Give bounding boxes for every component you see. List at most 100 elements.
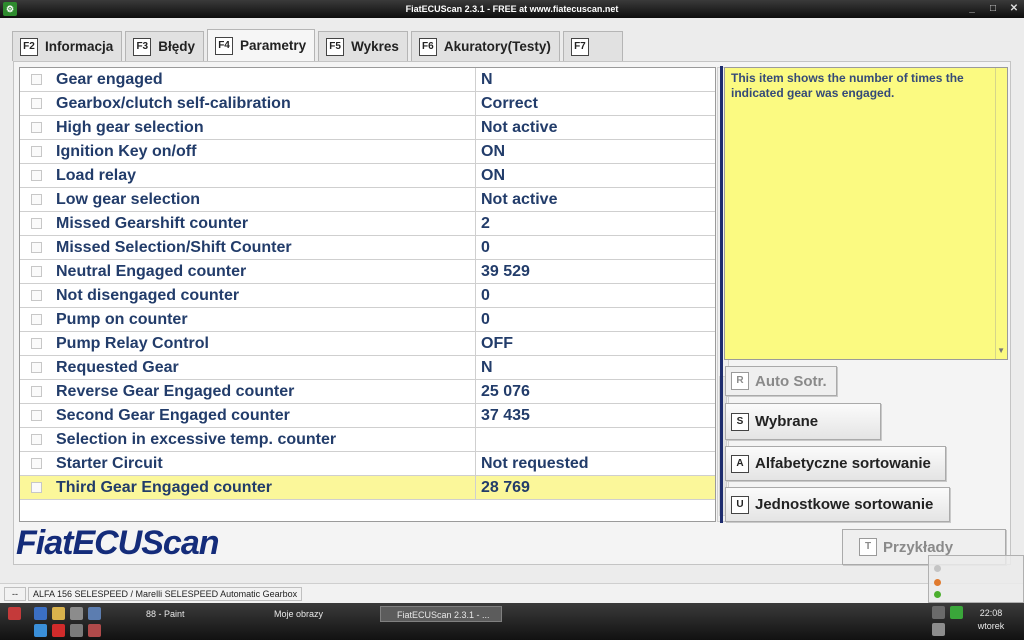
tab-informacja[interactable]: F2 Informacja: [12, 31, 123, 61]
clock-time: 22:08: [979, 608, 1003, 618]
table-row[interactable]: Neutral Engaged counter 39 529: [20, 260, 715, 284]
table-row[interactable]: Second Gear Engaged counter 37 435: [20, 404, 715, 428]
row-checkbox[interactable]: [30, 266, 42, 277]
app-icon[interactable]: [70, 607, 83, 620]
parameter-value: 2: [481, 215, 490, 232]
table-row[interactable]: Load relay ON: [20, 164, 715, 188]
close-button[interactable]: ✕: [1004, 0, 1024, 18]
tab-label: Wykres: [351, 39, 399, 54]
row-checkbox[interactable]: [30, 338, 42, 349]
parameter-value: 0: [481, 239, 490, 256]
table-row[interactable]: Not disengaged counter 0: [20, 284, 715, 308]
opera-icon[interactable]: [52, 624, 65, 637]
scroll-down-icon[interactable]: ▼: [997, 343, 1005, 358]
row-checkbox[interactable]: [30, 146, 42, 157]
selected-button[interactable]: S Wybrane: [725, 403, 881, 440]
parameter-value: 25 076: [481, 383, 530, 400]
row-checkbox-cell: [20, 404, 52, 427]
row-checkbox-cell: [20, 380, 52, 403]
table-row[interactable]: Ignition Key on/off ON: [20, 140, 715, 164]
folder-icon[interactable]: [52, 607, 65, 620]
table-row[interactable]: Requested Gear N: [20, 356, 715, 380]
row-checkbox[interactable]: [30, 290, 42, 301]
row-checkbox[interactable]: [30, 122, 42, 133]
row-checkbox[interactable]: [30, 362, 42, 373]
button-key: T: [859, 538, 877, 556]
table-row[interactable]: Third Gear Engaged counter 28 769: [20, 476, 715, 500]
parameter-name: Second Gear Engaged counter: [52, 404, 476, 427]
row-checkbox[interactable]: [30, 170, 42, 181]
status-light-icon: [934, 579, 941, 586]
row-checkbox[interactable]: [30, 218, 42, 229]
ie-icon[interactable]: [34, 624, 47, 637]
parameter-name: Neutral Engaged counter: [52, 260, 476, 283]
alphabetical-sort-button[interactable]: A Alfabetyczne sortowanie: [725, 446, 946, 481]
panel-divider[interactable]: [720, 66, 723, 523]
table-row[interactable]: Low gear selection Not active: [20, 188, 715, 212]
parameter-name: Gearbox/clutch self-calibration: [52, 92, 476, 115]
table-row[interactable]: Gearbox/clutch self-calibration Correct: [20, 92, 715, 116]
auto-sort-button[interactable]: R Auto Sotr.: [725, 366, 837, 396]
table-row[interactable]: Pump on counter 0: [20, 308, 715, 332]
parameter-name: High gear selection: [52, 116, 476, 139]
app-icon[interactable]: [70, 624, 83, 637]
app-icon[interactable]: [88, 624, 101, 637]
parameter-value: 39 529: [481, 263, 530, 280]
table-row[interactable]: Missed Selection/Shift Counter 0: [20, 236, 715, 260]
taskbar-item-moje-obrazy[interactable]: Moje obrazy: [258, 606, 376, 622]
tab-parametry[interactable]: F4 Parametry: [207, 29, 316, 61]
row-checkbox[interactable]: [30, 74, 42, 85]
parameter-value: Not active: [481, 119, 558, 136]
parameter-value: N: [481, 359, 493, 376]
table-row[interactable]: High gear selection Not active: [20, 116, 715, 140]
taskbar-item-fiatecuscan[interactable]: FiatECUScan 2.3.1 - ...: [380, 606, 502, 622]
row-checkbox-cell: [20, 452, 52, 475]
parameter-name: Missed Gearshift counter: [52, 212, 476, 235]
row-checkbox[interactable]: [30, 458, 42, 469]
row-checkbox[interactable]: [30, 410, 42, 421]
taskbar-item-paint[interactable]: 88 - Paint: [130, 606, 254, 622]
network-icon[interactable]: [932, 606, 945, 619]
row-checkbox[interactable]: [30, 434, 42, 445]
unit-sort-button[interactable]: U Jednostkowe sortowanie: [725, 487, 950, 522]
parameter-value: Not requested: [481, 455, 589, 472]
tab-key: F7: [570, 37, 589, 56]
row-checkbox-cell: [20, 212, 52, 235]
app-icon[interactable]: [8, 607, 21, 620]
volume-icon[interactable]: [932, 623, 945, 636]
info-scrollbar[interactable]: [995, 68, 1007, 359]
table-row[interactable]: Selection in excessive temp. counter: [20, 428, 715, 452]
button-key: U: [731, 495, 749, 514]
row-checkbox[interactable]: [30, 314, 42, 325]
clock[interactable]: 22:08 wtorek: [968, 607, 1014, 633]
row-checkbox[interactable]: [30, 194, 42, 205]
parameter-name: Selection in excessive temp. counter: [52, 428, 476, 451]
tab-wykres[interactable]: F5 Wykres: [318, 31, 408, 61]
table-row[interactable]: Starter Circuit Not requested: [20, 452, 715, 476]
table-row[interactable]: Missed Gearshift counter 2: [20, 212, 715, 236]
minimize-button[interactable]: _: [962, 0, 982, 18]
row-checkbox[interactable]: [30, 386, 42, 397]
button-key: A: [731, 454, 749, 473]
row-checkbox[interactable]: [30, 98, 42, 109]
status-indicator: --: [4, 587, 26, 601]
button-label: Wybrane: [755, 413, 819, 430]
parameter-value: [476, 428, 715, 451]
app-icon[interactable]: [88, 607, 101, 620]
tab-akuratory[interactable]: F6 Akuratory(Testy): [410, 31, 560, 61]
row-checkbox[interactable]: [30, 482, 42, 493]
table-row[interactable]: Pump Relay Control OFF: [20, 332, 715, 356]
table-row[interactable]: Gear engaged N: [20, 68, 715, 92]
button-label: Przykłady: [883, 538, 954, 556]
button-label: Auto Sotr.: [755, 372, 827, 390]
tab-bledy[interactable]: F3 Błędy: [125, 31, 205, 61]
tray-icon[interactable]: [950, 606, 963, 619]
row-checkbox[interactable]: [30, 242, 42, 253]
maximize-button[interactable]: □: [983, 0, 1003, 18]
row-checkbox-cell: [20, 308, 52, 331]
desktop-icon[interactable]: [34, 607, 47, 620]
tab-f7[interactable]: F7: [562, 31, 623, 61]
parameter-name: Pump on counter: [52, 308, 476, 331]
table-row[interactable]: Reverse Gear Engaged counter 25 076: [20, 380, 715, 404]
parameter-name: Third Gear Engaged counter: [52, 476, 476, 499]
